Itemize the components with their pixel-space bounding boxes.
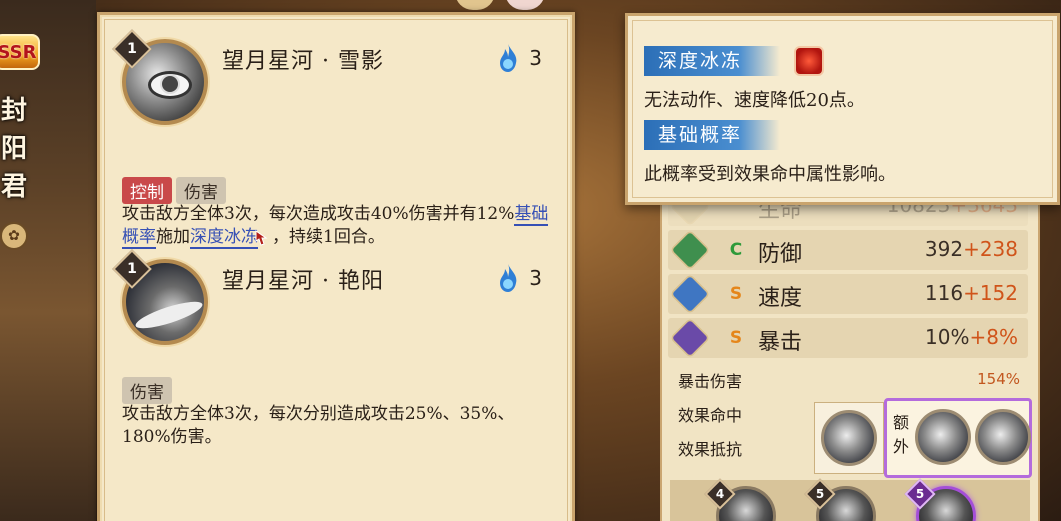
speed-icon: [669, 273, 711, 315]
equipment-slot[interactable]: 4: [704, 478, 776, 521]
crit-damage-value: 154%: [977, 370, 1020, 388]
character-name-char: 阳: [0, 134, 27, 164]
skills-panel: 1 望月星河 · 雪影 3 控制 伤害 攻击敌方全体3次，每次造成攻击40%伤害…: [97, 12, 575, 521]
rarity-badge: SSR: [0, 34, 40, 70]
equipment-slot[interactable]: 5: [804, 478, 876, 521]
slot-level: 5: [815, 487, 825, 501]
skill-cost-value: 3: [529, 46, 542, 70]
attr-bonus: +238: [963, 237, 1018, 261]
attr-label: 防御: [758, 242, 803, 267]
skill-name: 望月星河 · 雪影: [222, 49, 384, 74]
pointer-hand-icon: [255, 229, 268, 246]
tag-damage: 伤害: [122, 377, 172, 404]
tag-damage: 伤害: [176, 177, 226, 204]
character-name-char: 君: [0, 172, 27, 202]
shield-icon: [669, 229, 711, 271]
attr-label: 暴击: [758, 330, 803, 355]
slot-level-badge: 5: [904, 478, 936, 510]
skill-description: 攻击敌方全体3次，每次分别造成攻击25%、35%、180%伤害。: [122, 404, 515, 447]
slot-level: 5: [915, 487, 925, 501]
soul-icon[interactable]: [915, 409, 971, 465]
top-decoration: [455, 0, 495, 10]
tooltip-term-text: 无法动作、速度降低20点。: [644, 90, 865, 111]
attr-bonus: +8%: [969, 325, 1019, 349]
tooltip-term-text: 此概率受到效果命中属性影响。: [644, 164, 896, 185]
character-name: 封 阳 君: [0, 92, 28, 206]
crit-icon: [669, 317, 711, 359]
onibi-flame-icon: [500, 264, 517, 292]
extra-label: 额外: [892, 413, 909, 456]
grade-s-icon: S: [729, 284, 743, 304]
slot-level-badge: 4: [704, 478, 736, 510]
slot-level-badge: 5: [804, 478, 836, 510]
desc-text: ，持续1回合。: [272, 227, 385, 247]
attributes-panel: 生命 10823+3643 C 防御 392+238 S 速度 116+152 …: [660, 185, 1040, 521]
skill-tags: 控制 伤害: [122, 177, 226, 204]
attr-row-defense: C 防御 392+238: [668, 229, 1028, 271]
grade-s-icon: S: [729, 328, 743, 348]
skill-name: 望月星河 · 艳阳: [222, 269, 384, 294]
soul-slot[interactable]: [814, 402, 884, 474]
equipment-bar: 4 5 5: [670, 478, 1030, 521]
attr-value: 392+238: [925, 237, 1018, 261]
attr-row-speed: S 速度 116+152: [668, 273, 1028, 315]
equipment-slot[interactable]: 5: [904, 478, 976, 521]
skill-cost: 3: [497, 263, 542, 293]
skill-tags: 伤害: [122, 377, 172, 404]
link-deep-freeze[interactable]: 深度冰冻: [190, 227, 258, 249]
attr-base: 392: [924, 237, 964, 261]
skill-description: 攻击敌方全体3次，每次造成攻击40%伤害并有12%基础概率施加深度冰冻 ，持续1回…: [122, 203, 550, 249]
freeze-debuff-icon: [794, 46, 824, 76]
tooltip-term-header: 基础概率: [644, 120, 781, 150]
tooltip-term-header: 深度冰冻: [644, 46, 781, 76]
top-decoration: [505, 0, 545, 10]
attr-base: 10%: [925, 325, 970, 349]
skill-level-number: 1: [127, 261, 137, 277]
skill-cost: 3: [497, 43, 542, 73]
skill-level-number: 1: [127, 41, 137, 57]
gear-icon[interactable]: ✿: [0, 222, 28, 250]
effect-resist-label: 效果抵抗: [678, 440, 743, 459]
slot-level: 4: [715, 487, 725, 501]
extra-soul-group[interactable]: 额外: [884, 398, 1032, 478]
desc-text: 施加: [156, 227, 190, 247]
tag-control: 控制: [122, 177, 172, 204]
grade-c-icon: C: [729, 240, 743, 260]
effect-hit-label: 效果命中: [678, 406, 743, 425]
soul-icon: [821, 410, 877, 466]
term-tooltip: 深度冰冻 无法动作、速度降低20点。 基础概率 此概率受到效果命中属性影响。: [625, 13, 1060, 205]
attr-row-crit: S 暴击 10%+8%: [668, 317, 1028, 359]
attr-value: 10%+8%: [925, 325, 1018, 349]
onibi-flame-icon: [500, 44, 517, 72]
character-portrait-strip: [0, 0, 96, 521]
crit-damage-label: 暴击伤害: [678, 372, 743, 391]
attr-value: 116+152: [925, 281, 1018, 305]
skill-cost-value: 3: [529, 266, 542, 290]
character-name-char: 封: [0, 96, 27, 126]
attr-base: 116: [924, 281, 964, 305]
soul-icon[interactable]: [975, 409, 1031, 465]
desc-text: 攻击敌方全体3次，每次造成攻击40%伤害并有12%: [122, 204, 515, 224]
attr-bonus: +152: [963, 281, 1018, 305]
attr-label: 速度: [758, 286, 803, 311]
